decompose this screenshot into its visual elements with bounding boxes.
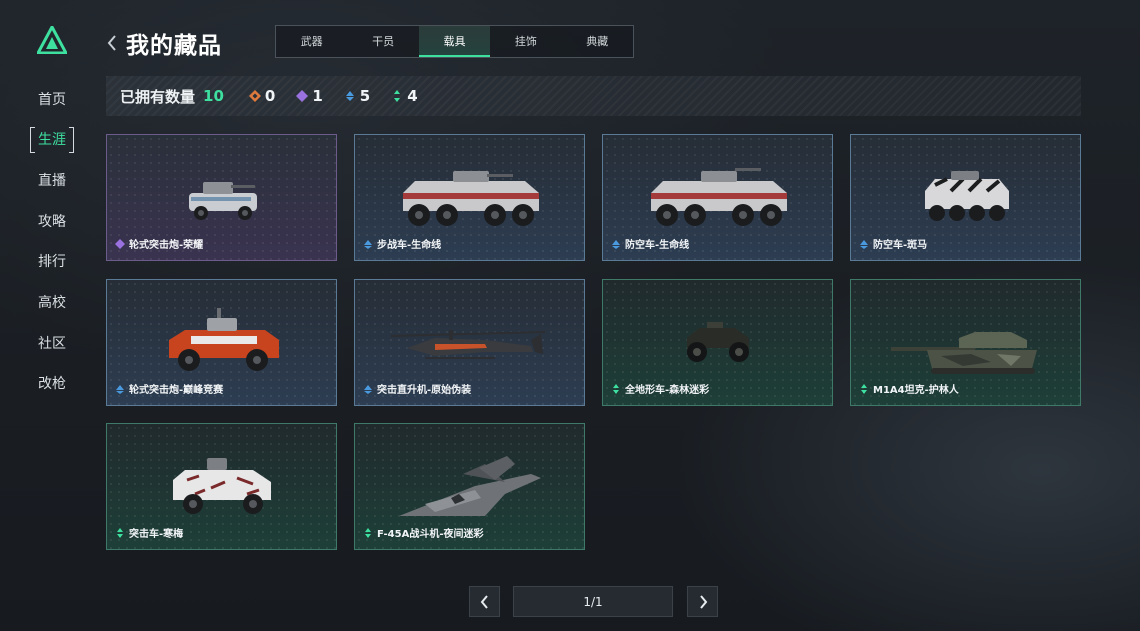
owned-total: 10 [203, 87, 224, 105]
green-arrows-icon [861, 383, 867, 394]
tab-collection[interactable]: 典藏 [562, 26, 633, 57]
card-label: 突击直升机-原始伪装 [363, 381, 471, 396]
category-tabs: 武器 干员 载具 挂饰 典藏 [275, 25, 634, 58]
item-name: 轮式突击炮-巅峰竞赛 [129, 385, 224, 396]
purple-diamond-icon [296, 90, 309, 102]
card-label: 全地形车-森林迷彩 [611, 381, 709, 396]
tab-weapons[interactable]: 武器 [276, 26, 347, 57]
collection-card[interactable]: 轮式突击炮-巅峰竞赛 [106, 279, 337, 406]
collection-card[interactable]: 步战车-生命线 [354, 134, 585, 261]
collection-card[interactable]: 突击车-寒梅 [106, 423, 337, 550]
logo-triangle-icon[interactable] [37, 26, 67, 54]
collection-card[interactable]: 轮式突击炮-荣耀 [106, 134, 337, 261]
prev-page-button[interactable] [469, 586, 500, 617]
card-label: 防空车-生命线 [611, 236, 689, 251]
item-name: 轮式突击炮-荣耀 [129, 240, 204, 251]
page-indicator: 1/1 [513, 586, 673, 617]
rarity-blue: 5 [343, 87, 370, 105]
tab-charms[interactable]: 挂饰 [490, 26, 561, 57]
collection-card[interactable]: M1A4坦克-护林人 [850, 279, 1081, 406]
card-label: M1A4坦克-护林人 [859, 381, 959, 396]
green-arrows-icon [394, 90, 401, 102]
blue-chevron-icon [612, 239, 620, 249]
next-page-button[interactable] [687, 586, 718, 617]
nav-item-gun-mod[interactable]: 改枪 [28, 371, 76, 397]
collection-card[interactable]: 防空车-生命线 [602, 134, 833, 261]
card-label: F-45A战斗机-夜间迷彩 [363, 525, 483, 540]
item-name: 防空车-斑马 [873, 240, 928, 251]
chevron-left-icon [480, 594, 488, 609]
nav-item-live[interactable]: 直播 [28, 168, 76, 194]
rarity-count-orange: 0 [264, 87, 276, 105]
card-label: 步战车-生命线 [363, 236, 441, 251]
chevron-right-icon [699, 594, 707, 609]
item-name: 防空车-生命线 [625, 240, 690, 251]
nav-item-home[interactable]: 首页 [28, 87, 76, 113]
purple-diamond-icon [115, 238, 125, 249]
rarity-green: 4 [390, 87, 418, 105]
nav-item-career[interactable]: 生涯 [28, 127, 76, 153]
owned-summary: 已拥有数量 10 0 1 5 4 [106, 76, 1081, 116]
item-name: 步战车-生命线 [377, 240, 442, 251]
green-arrows-icon [613, 383, 619, 394]
blue-chevron-icon [860, 239, 868, 249]
blue-chevron-icon [364, 239, 372, 249]
blue-chevron-icon [116, 384, 124, 394]
nav-item-community[interactable]: 社区 [28, 331, 76, 357]
rarity-purple: 1 [295, 87, 323, 105]
card-label: 突击车-寒梅 [115, 525, 183, 540]
tab-vehicles[interactable]: 载具 [418, 26, 491, 57]
rarity-orange: 0 [248, 87, 275, 105]
card-label: 轮式突击炮-荣耀 [115, 236, 203, 251]
green-arrows-icon [117, 527, 123, 538]
rarity-count-blue: 5 [359, 87, 371, 105]
card-label: 轮式突击炮-巅峰竞赛 [115, 381, 223, 396]
collection-card[interactable]: 突击直升机-原始伪装 [354, 279, 585, 406]
item-name: M1A4坦克-护林人 [873, 385, 959, 396]
nav-item-ranking[interactable]: 排行 [28, 249, 76, 275]
item-name: 全地形车-森林迷彩 [625, 385, 710, 396]
collection-card[interactable]: F-45A战斗机-夜间迷彩 [354, 423, 585, 550]
owned-count-label: 已拥有数量 [120, 87, 196, 106]
orange-diamond-icon [248, 90, 261, 102]
collection-card[interactable]: 全地形车-森林迷彩 [602, 279, 833, 406]
nav-item-college[interactable]: 高校 [28, 290, 76, 316]
rarity-count-purple: 1 [312, 87, 323, 105]
blue-chevron-icon [364, 384, 372, 394]
item-name: 突击直升机-原始伪装 [377, 385, 472, 396]
item-name: 突击车-寒梅 [129, 529, 184, 540]
nav-item-guides[interactable]: 攻略 [28, 209, 76, 235]
collection-card[interactable]: 防空车-斑马 [850, 134, 1081, 261]
rarity-count-green: 4 [407, 87, 418, 105]
green-arrows-icon [365, 527, 371, 538]
page-title: 我的藏品 [126, 33, 222, 59]
tab-operators[interactable]: 干员 [347, 26, 418, 57]
card-label: 防空车-斑马 [859, 236, 927, 251]
chevron-left-icon[interactable] [106, 34, 118, 52]
item-name: F-45A战斗机-夜间迷彩 [377, 529, 484, 540]
blue-chevron-icon [345, 91, 354, 101]
